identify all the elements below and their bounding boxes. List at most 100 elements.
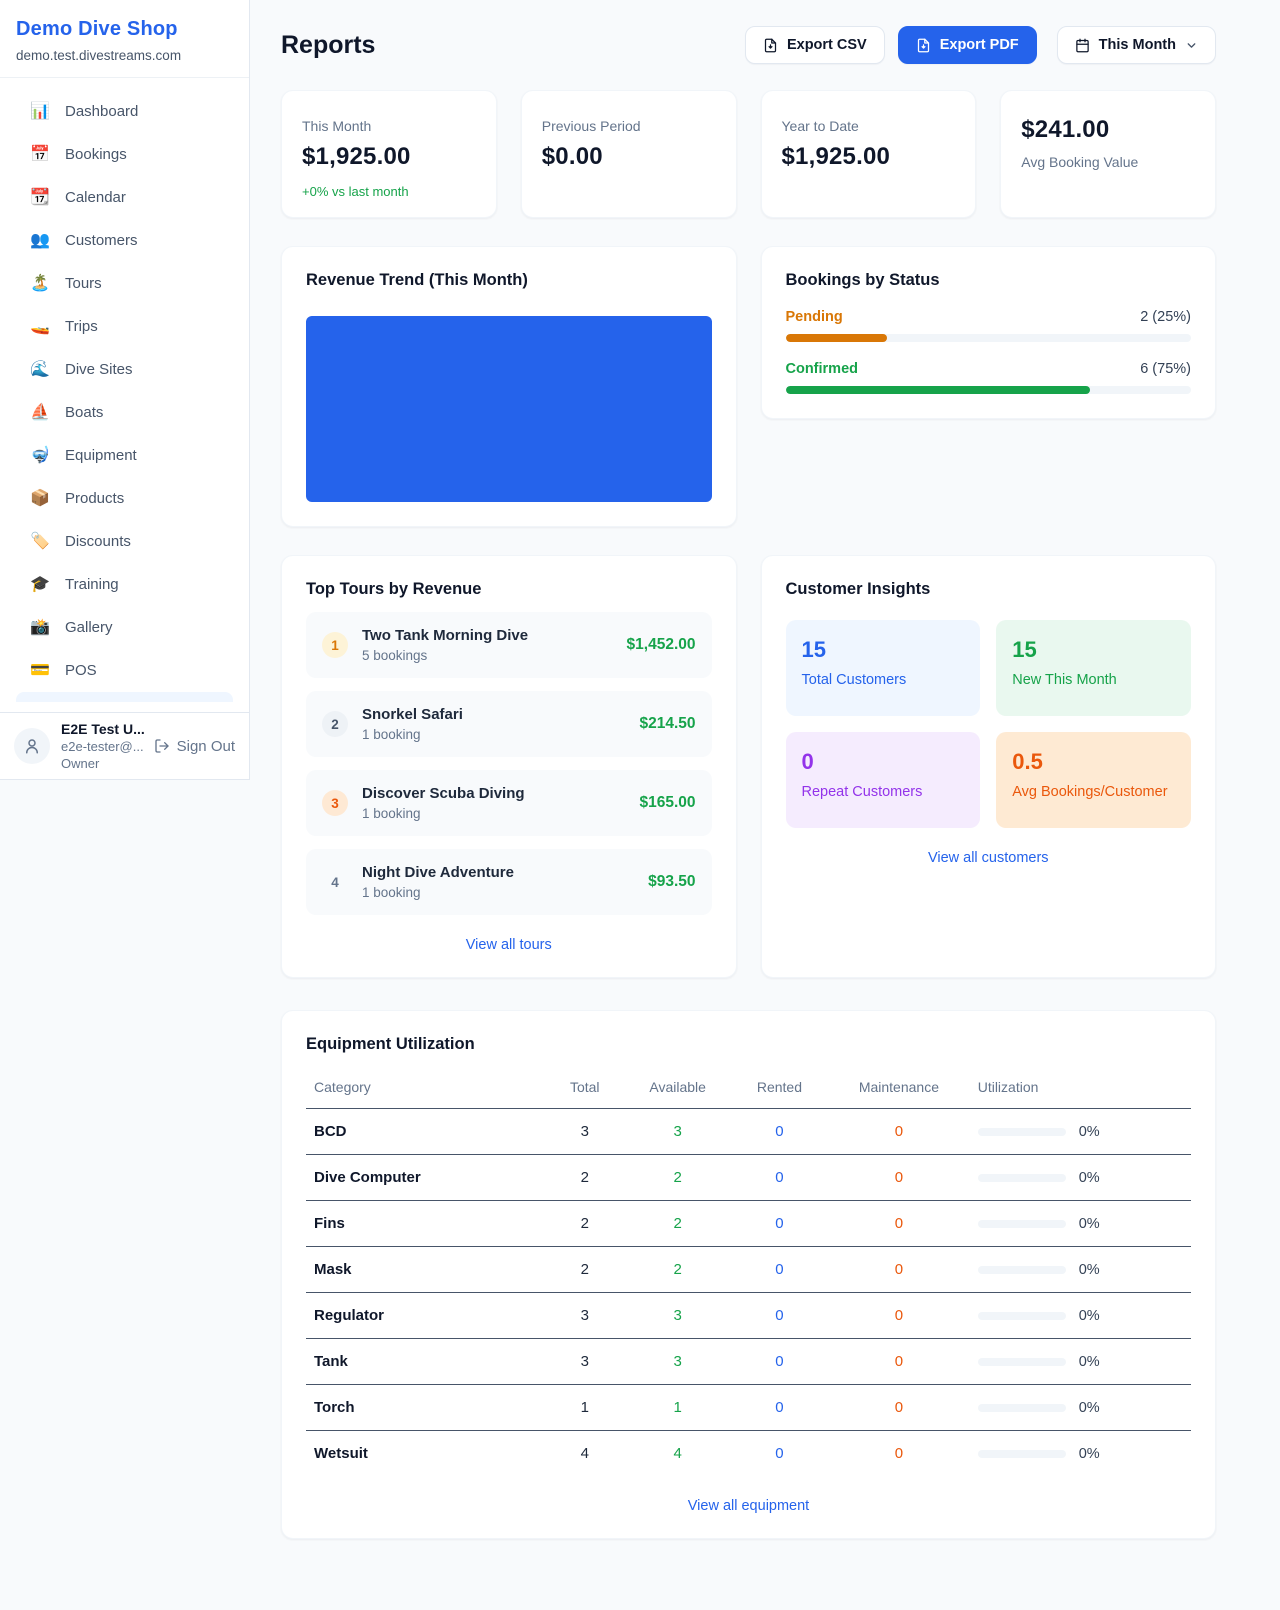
export-csv-button[interactable]: Export CSV (745, 26, 885, 64)
progress-fill-confirmed (786, 386, 1090, 394)
tour-revenue: $1,452.00 (627, 636, 696, 654)
sidebar-item-boats[interactable]: ⛵ Boats (8, 391, 241, 434)
stat-label: Year to Date (782, 118, 956, 134)
shop-name: Demo Dive Shop (16, 18, 233, 41)
sidebar-nav: 📊 Dashboard 📅 Bookings 📆 Calendar 👥 Cust… (0, 78, 249, 712)
period-dropdown[interactable]: This Month (1057, 26, 1216, 64)
tile-label: Avg Bookings/Customer (1012, 784, 1175, 800)
sidebar-item-label: Dashboard (65, 100, 138, 123)
charts-row: Revenue Trend (This Month) Bookings by S… (281, 246, 1216, 527)
stat-card-this-month: This Month $1,925.00 +0% vs last month (281, 90, 497, 218)
table-row: Tank 3 3 0 0 0% (306, 1339, 1191, 1385)
export-pdf-label: Export PDF (940, 37, 1019, 53)
equipment-available: 2 (625, 1155, 731, 1201)
utilization-percent: 0% (1079, 1446, 1100, 1462)
equipment-available: 2 (625, 1247, 731, 1293)
island-icon: 🏝️ (30, 272, 50, 295)
tile-repeat-customers: 0 Repeat Customers (786, 732, 981, 828)
bookings-by-status-card: Bookings by Status Pending 2 (25%) Confi… (761, 246, 1217, 419)
sidebar-item-trips[interactable]: 🚤 Trips (8, 305, 241, 348)
utilization-bar (978, 1266, 1066, 1274)
column-header: Rented (731, 1066, 828, 1109)
tag-icon: 🏷️ (30, 530, 50, 553)
table-row: Wetsuit 4 4 0 0 0% (306, 1431, 1191, 1477)
calendar-icon: 📆 (30, 186, 50, 209)
tour-list-item: 1 Two Tank Morning Dive 5 bookings $1,45… (306, 612, 712, 678)
stat-cards-row: This Month $1,925.00 +0% vs last month P… (281, 90, 1216, 218)
calendar-outline-icon (1075, 38, 1090, 53)
revenue-trend-title: Revenue Trend (This Month) (306, 271, 712, 290)
tour-bookings: 1 booking (362, 806, 525, 821)
sidebar-item-label: Discounts (65, 530, 131, 553)
table-row: Dive Computer 2 2 0 0 0% (306, 1155, 1191, 1201)
equipment-total: 2 (545, 1247, 625, 1293)
tile-label: Repeat Customers (802, 784, 965, 800)
sign-out-button[interactable]: Sign Out (154, 738, 235, 755)
page-title: Reports (281, 31, 375, 60)
stat-delta: +0% vs last month (302, 184, 476, 199)
equipment-rented: 0 (731, 1293, 828, 1339)
view-all-equipment-link[interactable]: View all equipment (306, 1498, 1191, 1514)
utilization-percent: 0% (1079, 1308, 1100, 1324)
utilization-bar (978, 1174, 1066, 1182)
user-role: Owner (61, 755, 143, 772)
chevron-down-icon (1185, 39, 1198, 52)
sidebar-item-calendar[interactable]: 📆 Calendar (8, 176, 241, 219)
table-row: Regulator 3 3 0 0 0% (306, 1293, 1191, 1339)
utilization-percent: 0% (1079, 1170, 1100, 1186)
view-all-tours-link[interactable]: View all tours (306, 937, 712, 953)
equipment-category: Tank (306, 1339, 545, 1385)
equipment-total: 2 (545, 1155, 625, 1201)
stat-value: $0.00 (542, 143, 716, 171)
sidebar: Demo Dive Shop demo.test.divestreams.com… (0, 0, 250, 780)
equipment-utilization-card: Equipment Utilization Category Total Ava… (281, 1010, 1216, 1539)
camera-icon: 📸 (30, 616, 50, 639)
tour-name: Two Tank Morning Dive (362, 627, 528, 644)
tile-value: 15 (1012, 637, 1175, 663)
tile-new-this-month: 15 New This Month (996, 620, 1191, 716)
sidebar-item-bookings[interactable]: 📅 Bookings (8, 133, 241, 176)
status-label-pending: Pending (786, 309, 843, 325)
utilization-percent: 0% (1079, 1400, 1100, 1416)
sidebar-item-training[interactable]: 🎓 Training (8, 563, 241, 606)
sidebar-item-products[interactable]: 📦 Products (8, 477, 241, 520)
sidebar-item-label: Training (65, 573, 119, 596)
equipment-category: Dive Computer (306, 1155, 545, 1201)
tile-value: 15 (802, 637, 965, 663)
tile-value: 0 (802, 749, 965, 775)
equipment-rented: 0 (731, 1247, 828, 1293)
sidebar-item-label: POS (65, 659, 97, 682)
sidebar-item-dive-sites[interactable]: 🌊 Dive Sites (8, 348, 241, 391)
utilization-percent: 0% (1079, 1216, 1100, 1232)
sidebar-item-label: Bookings (65, 143, 127, 166)
equipment-table: Category Total Available Rented Maintena… (306, 1066, 1191, 1476)
sidebar-item-pos[interactable]: 💳 POS (8, 649, 241, 692)
status-label-confirmed: Confirmed (786, 361, 859, 377)
stat-value: $1,925.00 (782, 143, 956, 171)
column-header: Maintenance (828, 1066, 970, 1109)
insights-row: Top Tours by Revenue 1 Two Tank Morning … (281, 555, 1216, 978)
equipment-category: Torch (306, 1385, 545, 1431)
sidebar-item-reports-partial[interactable] (16, 692, 233, 702)
sailboat-icon: ⛵ (30, 401, 50, 424)
sidebar-item-tours[interactable]: 🏝️ Tours (8, 262, 241, 305)
sidebar-item-dashboard[interactable]: 📊 Dashboard (8, 90, 241, 133)
sidebar-item-discounts[interactable]: 🏷️ Discounts (8, 520, 241, 563)
sidebar-item-equipment[interactable]: 🤿 Equipment (8, 434, 241, 477)
rank-badge: 4 (322, 869, 348, 895)
top-tours-title: Top Tours by Revenue (306, 580, 712, 599)
tour-list-item: 3 Discover Scuba Diving 1 booking $165.0… (306, 770, 712, 836)
table-row: BCD 3 3 0 0 0% (306, 1109, 1191, 1155)
sign-out-label: Sign Out (177, 738, 235, 755)
export-pdf-button[interactable]: Export PDF (898, 26, 1037, 64)
equipment-maintenance: 0 (828, 1201, 970, 1247)
customers-icon: 👥 (30, 229, 50, 252)
tile-value: 0.5 (1012, 749, 1175, 775)
status-row-pending: Pending 2 (25%) (786, 309, 1192, 342)
equipment-utilization-title: Equipment Utilization (306, 1035, 1191, 1054)
sidebar-item-gallery[interactable]: 📸 Gallery (8, 606, 241, 649)
sidebar-item-label: Tours (65, 272, 102, 295)
view-all-customers-link[interactable]: View all customers (786, 850, 1192, 866)
sidebar-item-customers[interactable]: 👥 Customers (8, 219, 241, 262)
top-tours-card: Top Tours by Revenue 1 Two Tank Morning … (281, 555, 737, 978)
